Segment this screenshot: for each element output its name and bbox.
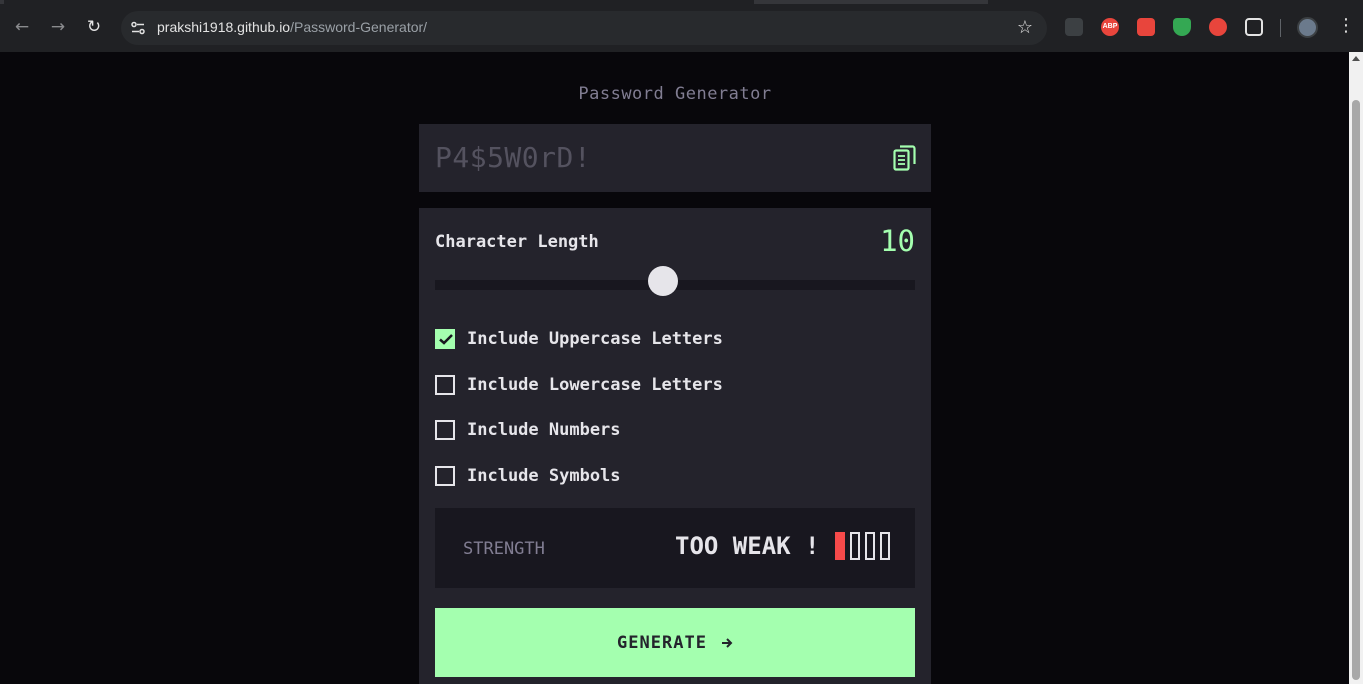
- menu-kebab-icon[interactable]: ⋮: [1337, 15, 1355, 37]
- option-label: Include Uppercase Letters: [467, 329, 723, 349]
- avatar[interactable]: [1297, 17, 1318, 38]
- strength-bar: [850, 532, 860, 560]
- option-label: Include Numbers: [467, 420, 621, 440]
- numbers-checkbox[interactable]: [435, 420, 455, 440]
- extension-red-icon[interactable]: [1137, 18, 1155, 36]
- option-label: Include Lowercase Letters: [467, 375, 723, 395]
- length-value: 10: [880, 224, 915, 258]
- browser-toolbar: ← → ↻ prakshi1918.github.io/Password-Gen…: [0, 0, 1363, 52]
- length-label: Character Length: [435, 232, 599, 252]
- option-lowercase[interactable]: Include Lowercase Letters: [435, 374, 723, 396]
- shield-green-icon[interactable]: [1173, 18, 1191, 36]
- generate-button[interactable]: GENERATE: [435, 608, 915, 677]
- slider-thumb[interactable]: [648, 266, 678, 296]
- scrollbar-thumb[interactable]: [1352, 100, 1360, 680]
- option-uppercase[interactable]: Include Uppercase Letters: [435, 328, 723, 350]
- copy-icon[interactable]: [893, 145, 916, 171]
- arrow-right-icon: [721, 637, 733, 648]
- lowercase-checkbox[interactable]: [435, 375, 455, 395]
- strength-bars: [835, 532, 890, 560]
- strength-meter: STRENGTH TOO WEAK !: [435, 508, 915, 588]
- toolbar-divider: [1280, 19, 1281, 37]
- page-title: Password Generator: [578, 84, 772, 104]
- strength-value: TOO WEAK !: [675, 532, 820, 560]
- option-label: Include Symbols: [467, 466, 621, 486]
- url-host: prakshi1918.github.io: [157, 19, 291, 35]
- strength-bar: [880, 532, 890, 560]
- active-tab[interactable]: [4, 0, 754, 4]
- star-icon[interactable]: ☆: [1017, 17, 1033, 38]
- extension-generic-icon[interactable]: [1065, 18, 1083, 36]
- site-settings-icon[interactable]: [130, 20, 146, 36]
- password-display: P4$5W0rD!: [419, 124, 931, 192]
- option-numbers[interactable]: Include Numbers: [435, 419, 621, 441]
- address-bar[interactable]: prakshi1918.github.io/Password-Generator…: [121, 11, 1047, 45]
- forward-icon[interactable]: →: [47, 16, 69, 38]
- extension-badge-icon[interactable]: [1209, 18, 1227, 36]
- password-output: P4$5W0rD!: [435, 141, 592, 174]
- url-path: /Password-Generator/: [290, 19, 428, 35]
- strength-bar: [835, 532, 845, 560]
- length-slider[interactable]: [435, 266, 915, 296]
- page-scrollbar[interactable]: [1349, 52, 1363, 684]
- symbols-checkbox[interactable]: [435, 466, 455, 486]
- reload-icon[interactable]: ↻: [83, 16, 105, 38]
- strength-bar: [865, 532, 875, 560]
- strength-label: STRENGTH: [463, 539, 545, 559]
- scroll-up-icon[interactable]: [1352, 56, 1360, 61]
- adblock-plus-icon[interactable]: ABP: [1101, 18, 1119, 36]
- settings-panel: Character Length 10 Include Uppercase Le…: [419, 208, 931, 684]
- check-icon: [439, 334, 453, 345]
- url-text[interactable]: prakshi1918.github.io/Password-Generator…: [157, 19, 427, 35]
- tab-strip-right: [988, 0, 1363, 4]
- puzzle-icon[interactable]: [1245, 18, 1263, 36]
- generate-label: GENERATE: [617, 632, 707, 653]
- uppercase-checkbox[interactable]: [435, 329, 455, 349]
- tab-strip: [0, 0, 1363, 4]
- back-icon[interactable]: ←: [11, 16, 33, 38]
- option-symbols[interactable]: Include Symbols: [435, 465, 621, 487]
